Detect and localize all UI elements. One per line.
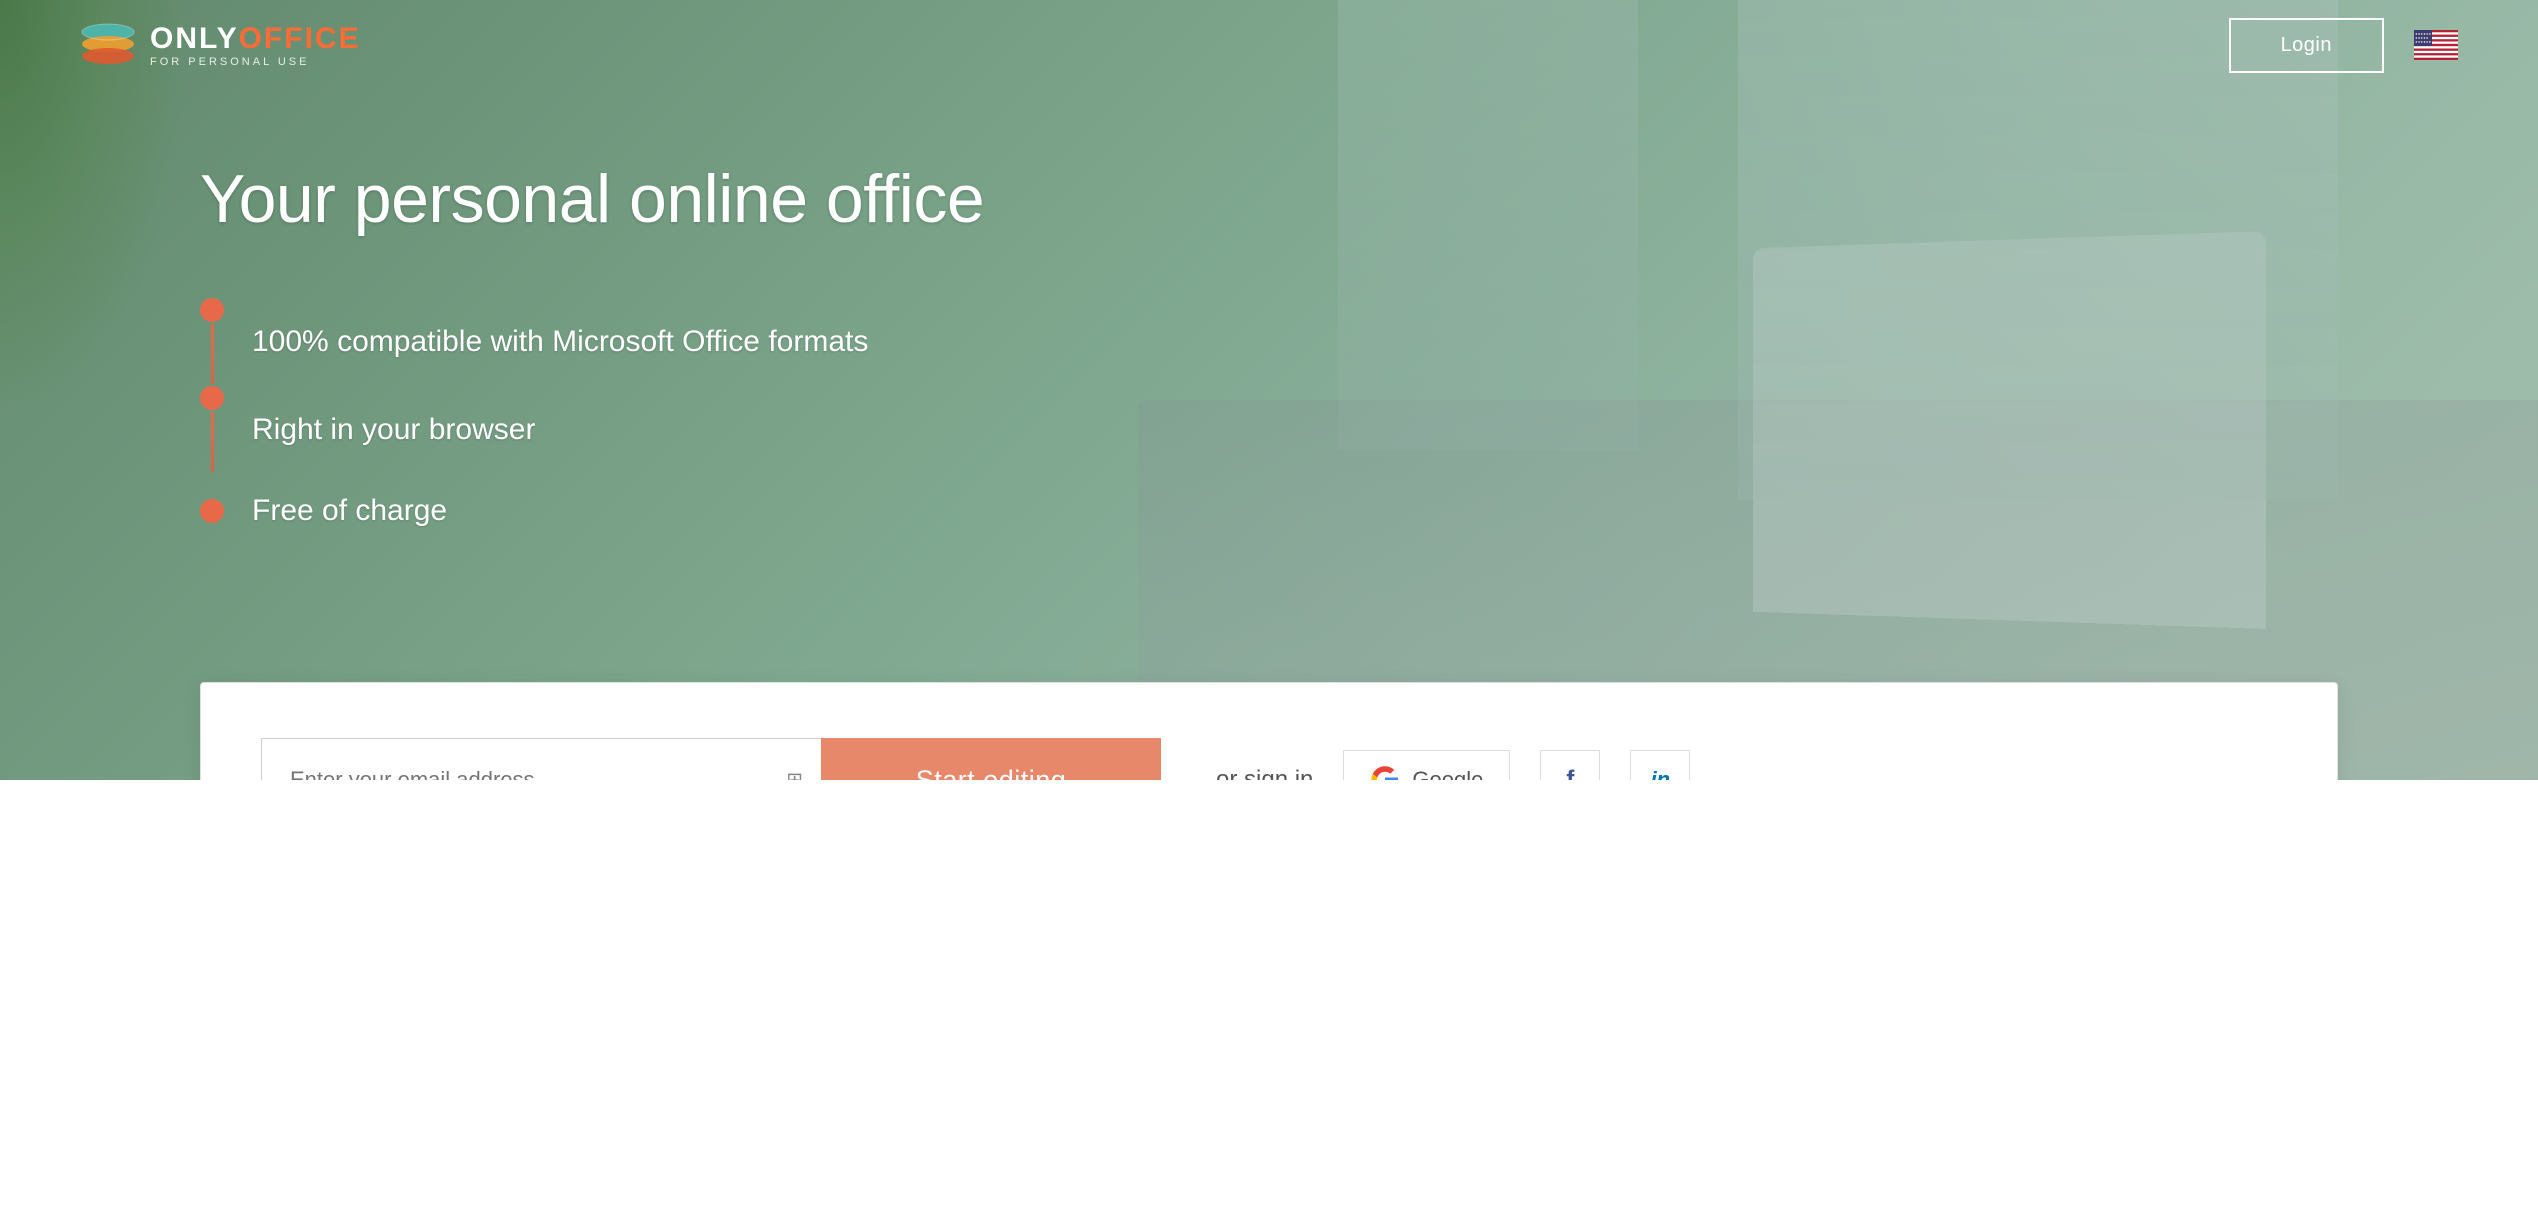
feature-dot [200, 386, 224, 410]
feature-indicator [200, 386, 224, 474]
hero-section: ONLYOFFICE FOR PERSONAL USE Login [0, 0, 2538, 780]
feature-item: Right in your browser [200, 386, 984, 474]
feature-connector-line [211, 324, 214, 384]
email-icon: ⊞ [786, 768, 803, 781]
feature-indicator [200, 499, 224, 523]
email-input[interactable] [261, 738, 821, 780]
or-sign-in-label: or sign in [1216, 766, 1313, 780]
svg-text:★★★★★★: ★★★★★★ [2415, 40, 2431, 44]
feature-dot [200, 499, 224, 523]
page-bottom [0, 780, 2538, 1224]
signup-card: ⊞ Start editing or sign in [200, 682, 2338, 780]
google-label: Google [1412, 767, 1483, 780]
google-icon [1370, 765, 1400, 780]
feature-dot [200, 298, 224, 322]
signup-input-row: ⊞ Start editing or sign in [261, 738, 2277, 780]
logo-icon [80, 22, 136, 68]
feature-item: Free of charge [200, 474, 984, 548]
logo-text: ONLYOFFICE FOR PERSONAL USE [150, 22, 361, 68]
hero-content: Your personal online office 100% compati… [200, 160, 984, 548]
linkedin-icon: in [1651, 767, 1671, 780]
feature-text: Right in your browser [252, 393, 535, 467]
feature-text: Free of charge [252, 474, 447, 548]
facebook-signin-button[interactable]: f [1540, 750, 1600, 780]
email-input-wrapper: ⊞ [261, 738, 821, 780]
feature-indicator [200, 298, 224, 386]
feature-connector-line [211, 412, 214, 472]
google-signin-button[interactable]: Google [1343, 750, 1510, 780]
start-editing-button[interactable]: Start editing [821, 738, 1161, 780]
or-signin-section: or sign in Google f [1216, 750, 1690, 780]
login-button[interactable]: Login [2229, 18, 2384, 73]
feature-list: 100% compatible with Microsoft Office fo… [200, 298, 984, 548]
logo-tagline: FOR PERSONAL USE [150, 56, 361, 68]
hero-image-area [1038, 0, 2538, 780]
nav-right: Login ★★★★★★ ★★★★★ ★★★★★★ [2229, 18, 2458, 73]
logo-brand-name: ONLYOFFICE [150, 22, 361, 56]
feature-item: 100% compatible with Microsoft Office fo… [200, 298, 984, 386]
hero-title: Your personal online office [200, 160, 984, 238]
language-flag[interactable]: ★★★★★★ ★★★★★ ★★★★★★ [2414, 30, 2458, 60]
navbar: ONLYOFFICE FOR PERSONAL USE Login [0, 0, 2538, 90]
facebook-icon: f [1566, 766, 1574, 780]
logo: ONLYOFFICE FOR PERSONAL USE [80, 22, 361, 68]
feature-text: 100% compatible with Microsoft Office fo… [252, 305, 868, 379]
linkedin-signin-button[interactable]: in [1630, 750, 1690, 780]
